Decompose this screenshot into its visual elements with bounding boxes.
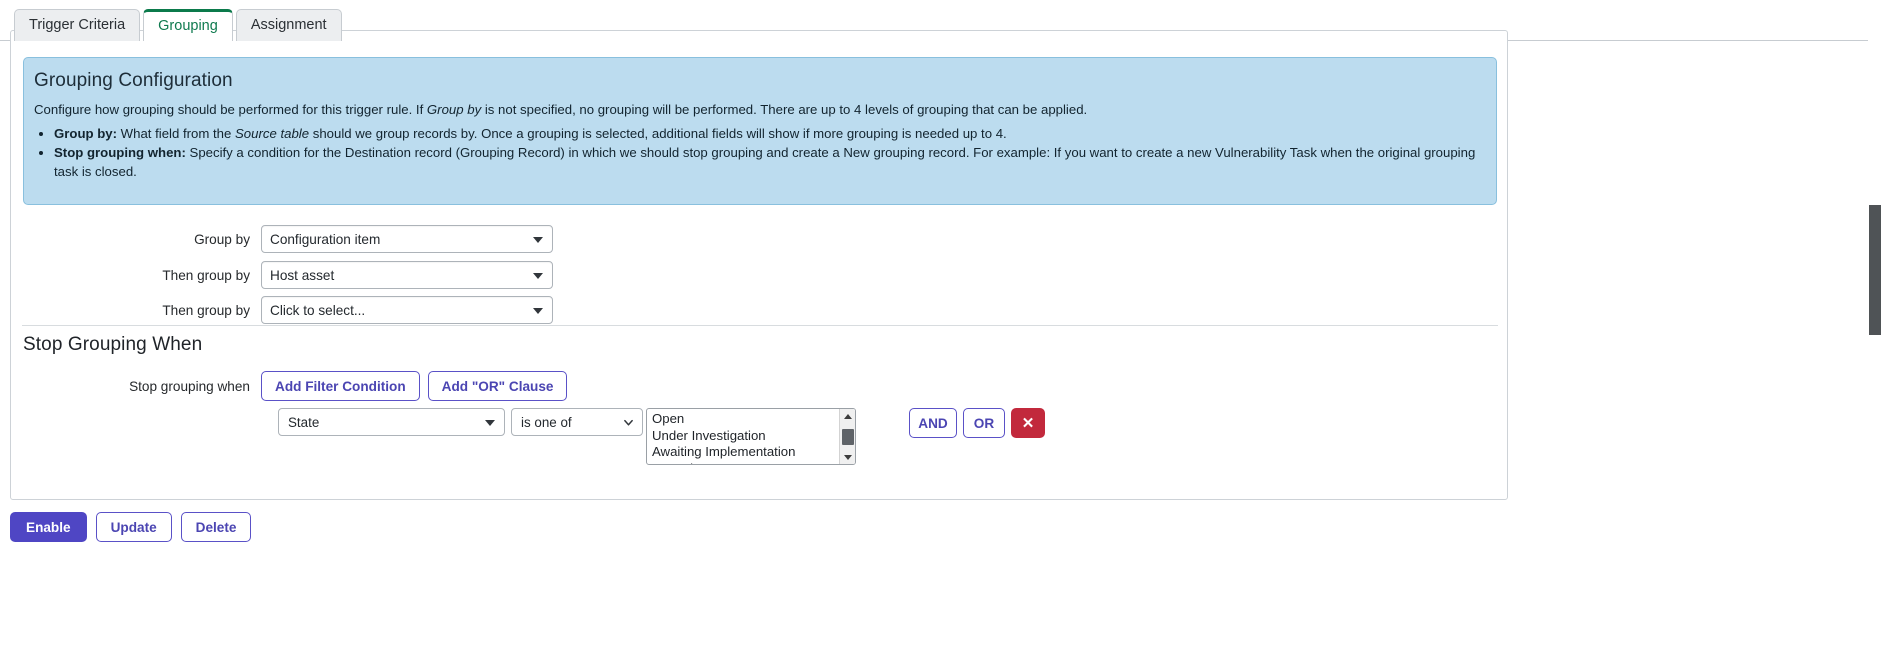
bullet-emphasis-source-table: Source table	[235, 125, 310, 141]
alert-lead-part2: is not specified, no grouping will be pe…	[481, 102, 1088, 117]
listbox-options[interactable]: Open Under Investigation Awaiting Implem…	[647, 409, 839, 464]
list-item[interactable]: In Review	[652, 461, 839, 464]
tab-assignment[interactable]: Assignment	[235, 9, 342, 41]
chevron-down-icon	[533, 237, 543, 243]
condition-field-value: State	[288, 414, 320, 430]
remove-condition-button[interactable]: ✕	[1011, 408, 1045, 438]
condition-operator-value: is one of	[521, 414, 572, 430]
add-or-clause-button[interactable]: Add "OR" Clause	[427, 371, 568, 401]
select-then-group-by-2[interactable]: Click to select...	[261, 296, 553, 324]
select-group-by-value: Configuration item	[270, 231, 381, 247]
alert-title: Grouping Configuration	[34, 70, 233, 91]
select-then-group-by-1[interactable]: Host asset	[261, 261, 553, 289]
add-filter-condition-button[interactable]: Add Filter Condition	[261, 371, 420, 401]
alert-lead-emphasis: Group by	[426, 102, 482, 117]
alert-lead: Configure how grouping should be perform…	[34, 101, 1486, 119]
condition-value-listbox[interactable]: Open Under Investigation Awaiting Implem…	[646, 408, 856, 465]
page-scrollbar-thumb[interactable]	[1869, 205, 1881, 335]
chevron-down-icon	[533, 273, 543, 279]
bullet-term-group-by: Group by:	[54, 125, 118, 141]
list-item[interactable]: Awaiting Implementation	[652, 444, 839, 461]
and-button[interactable]: AND	[909, 408, 957, 438]
scroll-up-arrow-icon[interactable]	[840, 409, 855, 423]
label-group-by: Group by	[194, 231, 250, 247]
tab-grouping[interactable]: Grouping	[143, 9, 233, 42]
label-then-group-by-2: Then group by	[162, 302, 250, 318]
form-row-group-by: Group by Configuration item	[11, 224, 1507, 254]
bullet-text-c: Specify a condition for the Destination …	[54, 145, 1476, 179]
scroll-down-arrow-icon[interactable]	[840, 450, 855, 464]
section-title-stop-grouping: Stop Grouping When	[23, 334, 203, 355]
grouping-info-alert: Grouping Configuration Configure how gro…	[23, 57, 1497, 205]
scrollbar-thumb[interactable]	[842, 429, 854, 445]
grouping-panel: Grouping Configuration Configure how gro…	[10, 30, 1508, 500]
form-row-then-group-by-2: Then group by Click to select...	[11, 295, 1507, 325]
form-row-stop-grouping-when: Stop grouping when Add Filter Condition …	[11, 370, 1507, 402]
chevron-down-icon	[624, 419, 633, 426]
or-button[interactable]: OR	[963, 408, 1005, 438]
select-group-by[interactable]: Configuration item	[261, 225, 553, 253]
label-then-group-by-1: Then group by	[162, 267, 250, 283]
enable-button[interactable]: Enable	[10, 512, 87, 542]
select-then-group-by-2-value: Click to select...	[270, 302, 366, 318]
list-item: Group by: What field from the Source tab…	[54, 125, 1486, 143]
list-item[interactable]: Open	[652, 411, 839, 428]
chevron-down-icon	[533, 308, 543, 314]
listbox-scrollbar[interactable]	[839, 409, 855, 464]
delete-button[interactable]: Delete	[180, 512, 252, 542]
page-scrollbar[interactable]	[1868, 0, 1882, 662]
update-button[interactable]: Update	[95, 512, 172, 542]
list-item[interactable]: Under Investigation	[652, 428, 839, 445]
bullet-text-b: should we group records by. Once a group…	[309, 125, 1007, 141]
condition-field-select[interactable]: State	[278, 408, 505, 436]
select-then-group-by-1-value: Host asset	[270, 267, 335, 283]
list-item: Stop grouping when: Specify a condition …	[54, 144, 1486, 181]
chevron-down-icon	[485, 420, 495, 426]
footer-actions: Enable Update Delete	[10, 512, 252, 542]
label-stop-grouping-when: Stop grouping when	[129, 378, 250, 394]
alert-lead-part1: Configure how grouping should be perform…	[34, 102, 427, 117]
bullet-term-stop-grouping: Stop grouping when:	[54, 145, 186, 161]
app-root: Trigger Criteria Grouping Assignment Gro…	[0, 0, 1882, 662]
condition-operator-select[interactable]: is one of	[511, 408, 643, 436]
section-divider	[22, 325, 1498, 326]
bullet-text-a: What field from the	[117, 125, 236, 141]
tab-trigger-criteria[interactable]: Trigger Criteria	[14, 9, 141, 41]
form-row-then-group-by-1: Then group by Host asset	[11, 260, 1507, 290]
alert-bullet-list: Group by: What field from the Source tab…	[34, 125, 1486, 181]
